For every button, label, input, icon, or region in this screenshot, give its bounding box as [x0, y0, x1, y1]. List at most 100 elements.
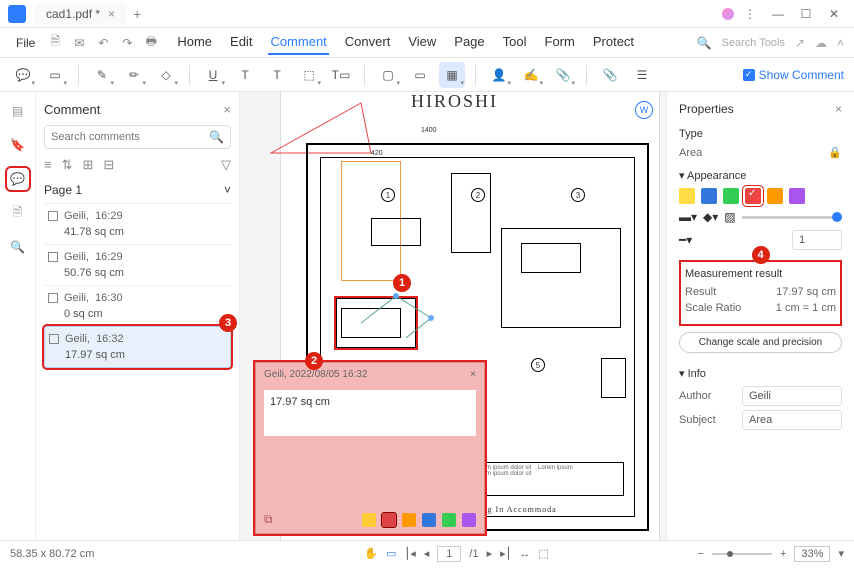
color-orange[interactable] [402, 513, 416, 527]
highlight-tool[interactable]: ✎ [89, 62, 115, 88]
last-page-icon[interactable]: ▸⎮ [500, 547, 511, 560]
menu-home[interactable]: Home [175, 30, 214, 55]
menu-convert[interactable]: Convert [343, 30, 393, 55]
color-green[interactable] [442, 513, 456, 527]
bookmark-icon[interactable]: 🔖 [7, 134, 29, 156]
lock-icon[interactable]: 🔒 [828, 146, 842, 159]
thumbnails-icon[interactable]: ▤ [7, 100, 29, 122]
popup-value[interactable]: 17.97 sq cm [264, 390, 476, 436]
close-window-icon[interactable]: ✕ [822, 7, 846, 21]
menu-comment[interactable]: Comment [268, 30, 328, 55]
chevron-up-icon[interactable]: ˄ [837, 36, 844, 50]
props-close-icon[interactable]: × [835, 102, 842, 116]
shape-tool[interactable]: ▢ [375, 62, 401, 88]
mail-icon[interactable]: ✉ [69, 33, 89, 53]
cloud-icon[interactable]: ☁ [815, 36, 827, 50]
search-icon[interactable]: 🔍 [697, 36, 712, 50]
menu-form[interactable]: Form [543, 30, 577, 55]
opacity-slider[interactable] [742, 216, 842, 219]
underline-tool[interactable]: U [200, 62, 226, 88]
clip-icon[interactable]: 📎 [597, 62, 623, 88]
stroke-color-icon[interactable]: ▬▾ [679, 210, 697, 224]
print-icon[interactable]: 🖶 [141, 33, 161, 53]
next-page-icon[interactable]: ▸ [487, 547, 493, 560]
fit-page-icon[interactable]: ⬚ [538, 547, 548, 560]
swatch-orange[interactable] [767, 188, 783, 204]
strikeout-tool[interactable]: T [232, 62, 258, 88]
hand-tool-icon[interactable]: ✋ [364, 547, 378, 560]
minimize-icon[interactable]: — [766, 7, 790, 21]
swatch-blue[interactable] [701, 188, 717, 204]
zoom-slider[interactable] [712, 553, 772, 555]
author-input[interactable] [742, 386, 842, 406]
menu-view[interactable]: View [406, 30, 438, 55]
zoom-dropdown-icon[interactable]: ▾ [838, 547, 844, 560]
comment-item-1[interactable]: Geili,16:29 41.78 sq cm [44, 203, 231, 244]
maximize-icon[interactable]: ☐ [794, 7, 818, 21]
swatch-green[interactable] [723, 188, 739, 204]
opacity-icon[interactable]: ▨ [724, 210, 735, 224]
save-icon[interactable]: 🗎 [45, 33, 65, 53]
search-input[interactable] [51, 131, 209, 143]
comment-panel-icon[interactable]: 💬 [7, 168, 29, 190]
color-blue[interactable] [422, 513, 436, 527]
select-tool-icon[interactable]: ▭ [386, 547, 396, 560]
undo-icon[interactable]: ↶ [93, 33, 113, 53]
attachment-icon[interactable]: 🗎 [7, 202, 29, 224]
fill-color-icon[interactable]: ◆▾ [703, 210, 718, 224]
line-style-icon[interactable]: ━▾ [679, 233, 692, 247]
close-tab-icon[interactable]: × [108, 7, 115, 21]
menu-tool[interactable]: Tool [501, 30, 529, 55]
subject-input[interactable] [742, 410, 842, 430]
redo-icon[interactable]: ↷ [117, 33, 137, 53]
change-scale-button[interactable]: Change scale and precision [679, 332, 842, 353]
text-tool[interactable]: T [264, 62, 290, 88]
zoom-in-icon[interactable]: + [780, 548, 786, 560]
comment-list-icon[interactable]: ☰ [629, 62, 655, 88]
text-callout-tool[interactable]: T▭ [328, 62, 354, 88]
note-tool[interactable]: 💬 [10, 62, 36, 88]
zoom-value[interactable]: 33% [794, 546, 830, 562]
page-input[interactable]: 1 [437, 546, 461, 562]
search-tools-label[interactable]: Search Tools [722, 37, 785, 49]
filter1-icon[interactable]: ⇅ [62, 157, 73, 173]
eraser-tool[interactable]: ◇ [153, 62, 179, 88]
menu-edit[interactable]: Edit [228, 30, 254, 55]
textbox-tool[interactable]: ▭ [42, 62, 68, 88]
document-tab[interactable]: cad1.pdf * × [34, 3, 127, 25]
filter-icon[interactable]: ▽ [221, 157, 231, 173]
menu-file[interactable]: File [10, 36, 41, 50]
sort-icon[interactable]: ≡ [44, 157, 52, 173]
stamp2-tool[interactable]: 👤 [486, 62, 512, 88]
share-icon[interactable]: ↗ [795, 36, 805, 50]
comment-popup[interactable]: Geili, 2022/08/05 16:32 × 17.97 sq cm ⧉ [255, 362, 485, 534]
area-annotation[interactable] [351, 288, 451, 348]
search-icon[interactable]: 🔍 [209, 130, 224, 144]
color-red[interactable] [382, 513, 396, 527]
zoom-out-icon[interactable]: − [698, 548, 704, 560]
comment-item-3[interactable]: Geili,16:30 0 sq cm 3 [44, 285, 231, 326]
expand-icon[interactable]: ⊞ [83, 157, 94, 173]
app-menu-icon[interactable]: ⋮ [738, 7, 762, 21]
swatch-red[interactable] [745, 188, 761, 204]
search-panel-icon[interactable]: 🔍 [7, 236, 29, 258]
swatch-purple[interactable] [789, 188, 805, 204]
add-tab-button[interactable]: + [133, 6, 141, 22]
panel-close-icon[interactable]: × [223, 102, 231, 117]
menu-protect[interactable]: Protect [591, 30, 636, 55]
signature-tool[interactable]: ✍ [518, 62, 544, 88]
show-comment-toggle[interactable]: ✓ Show Comment [743, 68, 844, 82]
user-avatar[interactable] [722, 8, 734, 20]
menu-page[interactable]: Page [452, 30, 486, 55]
fit-width-icon[interactable]: ↔ [519, 548, 530, 560]
word-export-icon[interactable]: W [635, 101, 653, 119]
attach-tool[interactable]: 📎 [550, 62, 576, 88]
callout-tool[interactable]: ⬚ [296, 62, 322, 88]
pencil-tool[interactable]: ✏ [121, 62, 147, 88]
collapse-icon[interactable]: ⊟ [103, 157, 114, 173]
page-header[interactable]: Page 1 ˅ [44, 183, 231, 197]
search-comments-box[interactable]: 🔍 [44, 125, 231, 149]
stamp-tool[interactable]: ▭ [407, 62, 433, 88]
comment-item-4[interactable]: Geili,16:32 17.97 sq cm [44, 326, 231, 368]
color-purple[interactable] [462, 513, 476, 527]
